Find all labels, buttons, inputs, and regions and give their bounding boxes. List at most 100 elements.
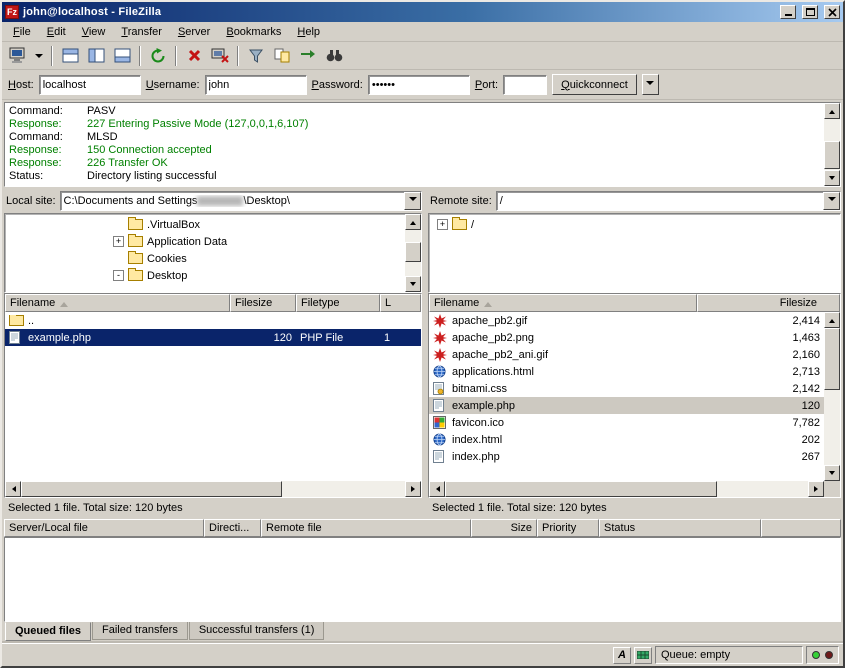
table-row[interactable]: apache_pb2.gif 2,414 <box>429 312 824 329</box>
table-row[interactable]: bitnami.css 2,142 <box>429 380 824 397</box>
filezilla-window: Fz john@localhost - FileZilla File Edit … <box>0 0 845 668</box>
maximize-button[interactable] <box>802 5 818 19</box>
column-header-size[interactable]: Size <box>471 519 537 537</box>
encryption-indicator[interactable] <box>634 647 652 664</box>
scroll-down-button[interactable] <box>405 276 421 292</box>
local-tree-vertical-scrollbar[interactable] <box>405 214 421 292</box>
column-header-priority[interactable]: Priority <box>537 519 599 537</box>
cancel-operation-button[interactable] <box>182 44 206 68</box>
host-input[interactable] <box>39 75 141 95</box>
tree-item[interactable]: Cookies <box>5 250 405 267</box>
menu-server[interactable]: Server <box>171 24 217 40</box>
remote-list-vertical-scrollbar[interactable] <box>824 312 840 481</box>
tree-expander[interactable]: + <box>113 236 124 247</box>
transfer-type-indicator[interactable]: A <box>613 647 631 664</box>
scroll-track[interactable] <box>824 328 840 465</box>
scroll-thumb[interactable] <box>21 481 282 497</box>
scroll-right-button[interactable] <box>808 481 824 497</box>
scroll-left-button[interactable] <box>5 481 21 497</box>
tree-expander[interactable]: - <box>113 270 124 281</box>
tab-failed-transfers[interactable]: Failed transfers <box>92 622 188 640</box>
column-header-filename[interactable]: Filename <box>5 294 230 312</box>
menu-bar: File Edit View Transfer Server Bookmarks… <box>2 22 843 42</box>
remote-list-horizontal-scrollbar[interactable] <box>429 481 840 497</box>
table-row[interactable]: index.html 202 <box>429 431 824 448</box>
column-header-server-local-file[interactable]: Server/Local file <box>4 519 204 537</box>
column-header-filesize[interactable]: Filesize <box>697 294 840 312</box>
column-header-last-modified[interactable]: L <box>380 294 421 312</box>
transfer-queue-list[interactable] <box>4 537 841 622</box>
remote-site-combobox[interactable]: / <box>496 191 841 211</box>
tree-item[interactable]: +/ <box>429 216 840 233</box>
scroll-thumb[interactable] <box>824 141 840 169</box>
table-row[interactable]: favicon.ico 7,782 <box>429 414 824 431</box>
table-row[interactable]: index.php 267 <box>429 448 824 465</box>
combo-dropdown-button[interactable] <box>823 192 840 210</box>
scroll-down-button[interactable] <box>824 465 840 481</box>
log-vertical-scrollbar[interactable] <box>824 103 840 186</box>
table-row[interactable]: applications.html 2,713 <box>429 363 824 380</box>
column-header-remote-file[interactable]: Remote file <box>261 519 471 537</box>
column-header-status[interactable]: Status <box>599 519 761 537</box>
scroll-thumb[interactable] <box>405 242 421 262</box>
scroll-track[interactable] <box>445 481 808 497</box>
column-header-filetype[interactable]: Filetype <box>296 294 380 312</box>
local-list-horizontal-scrollbar[interactable] <box>5 481 421 497</box>
column-header-filesize[interactable]: Filesize <box>230 294 296 312</box>
table-row[interactable]: apache_pb2.png 1,463 <box>429 329 824 346</box>
quickconnect-dropdown-button[interactable] <box>642 74 659 95</box>
tab-successful-transfers[interactable]: Successful transfers (1) <box>189 622 325 640</box>
menu-edit[interactable]: Edit <box>40 24 73 40</box>
local-site-combobox[interactable]: C:\Documents and Settings\Desktop\ <box>60 191 422 211</box>
scroll-track[interactable] <box>21 481 405 497</box>
site-manager-dropdown-button[interactable] <box>32 44 46 68</box>
menu-file[interactable]: File <box>6 24 38 40</box>
table-row[interactable]: .. <box>5 312 421 329</box>
toggle-tree-view-button[interactable] <box>84 44 108 68</box>
site-manager-button[interactable] <box>6 44 30 68</box>
column-header-filename[interactable]: Filename <box>429 294 697 312</box>
sync-browsing-button[interactable] <box>296 44 320 68</box>
combo-dropdown-button[interactable] <box>404 192 421 210</box>
table-row-selected[interactable]: example.php 120 PHP File 1 <box>5 329 421 346</box>
menu-bookmarks[interactable]: Bookmarks <box>219 24 288 40</box>
minimize-button[interactable] <box>780 5 796 19</box>
tree-item[interactable]: .VirtualBox <box>5 216 405 233</box>
scroll-right-button[interactable] <box>405 481 421 497</box>
scroll-track[interactable] <box>405 230 421 276</box>
compare-button[interactable] <box>270 44 294 68</box>
table-row-selected[interactable]: example.php 120 <box>429 397 824 414</box>
toggle-queue-view-button[interactable] <box>110 44 134 68</box>
table-row[interactable]: apache_pb2_ani.gif 2,160 <box>429 346 824 363</box>
close-button[interactable] <box>824 5 840 19</box>
find-button[interactable] <box>322 44 346 68</box>
scroll-thumb[interactable] <box>445 481 717 497</box>
scroll-up-button[interactable] <box>824 103 840 119</box>
filter-button[interactable] <box>244 44 268 68</box>
menu-view[interactable]: View <box>75 24 113 40</box>
password-input[interactable] <box>368 75 470 95</box>
scroll-down-button[interactable] <box>824 170 840 186</box>
scroll-up-button[interactable] <box>824 312 840 328</box>
username-input[interactable] <box>205 75 307 95</box>
refresh-button[interactable] <box>146 44 170 68</box>
scroll-thumb[interactable] <box>824 328 840 390</box>
menu-transfer[interactable]: Transfer <box>114 24 169 40</box>
menu-help[interactable]: Help <box>290 24 327 40</box>
sort-ascending-icon <box>60 298 68 307</box>
disconnect-button[interactable] <box>208 44 232 68</box>
quickconnect-button[interactable]: Quickconnect <box>552 74 637 95</box>
tab-queued-files[interactable]: Queued files <box>5 622 91 641</box>
file-size: 2,713 <box>697 366 824 378</box>
port-input[interactable] <box>503 75 547 95</box>
scroll-up-button[interactable] <box>405 214 421 230</box>
scroll-track[interactable] <box>824 119 840 170</box>
tree-item[interactable]: +Application Data <box>5 233 405 250</box>
tree-item[interactable]: -Desktop <box>5 267 405 284</box>
scroll-left-button[interactable] <box>429 481 445 497</box>
toolbar-separator <box>51 46 53 66</box>
tree-expander[interactable]: + <box>437 219 448 230</box>
column-header-direction[interactable]: Directi... <box>204 519 261 537</box>
toggle-message-log-button[interactable] <box>58 44 82 68</box>
refresh-icon <box>150 48 166 64</box>
